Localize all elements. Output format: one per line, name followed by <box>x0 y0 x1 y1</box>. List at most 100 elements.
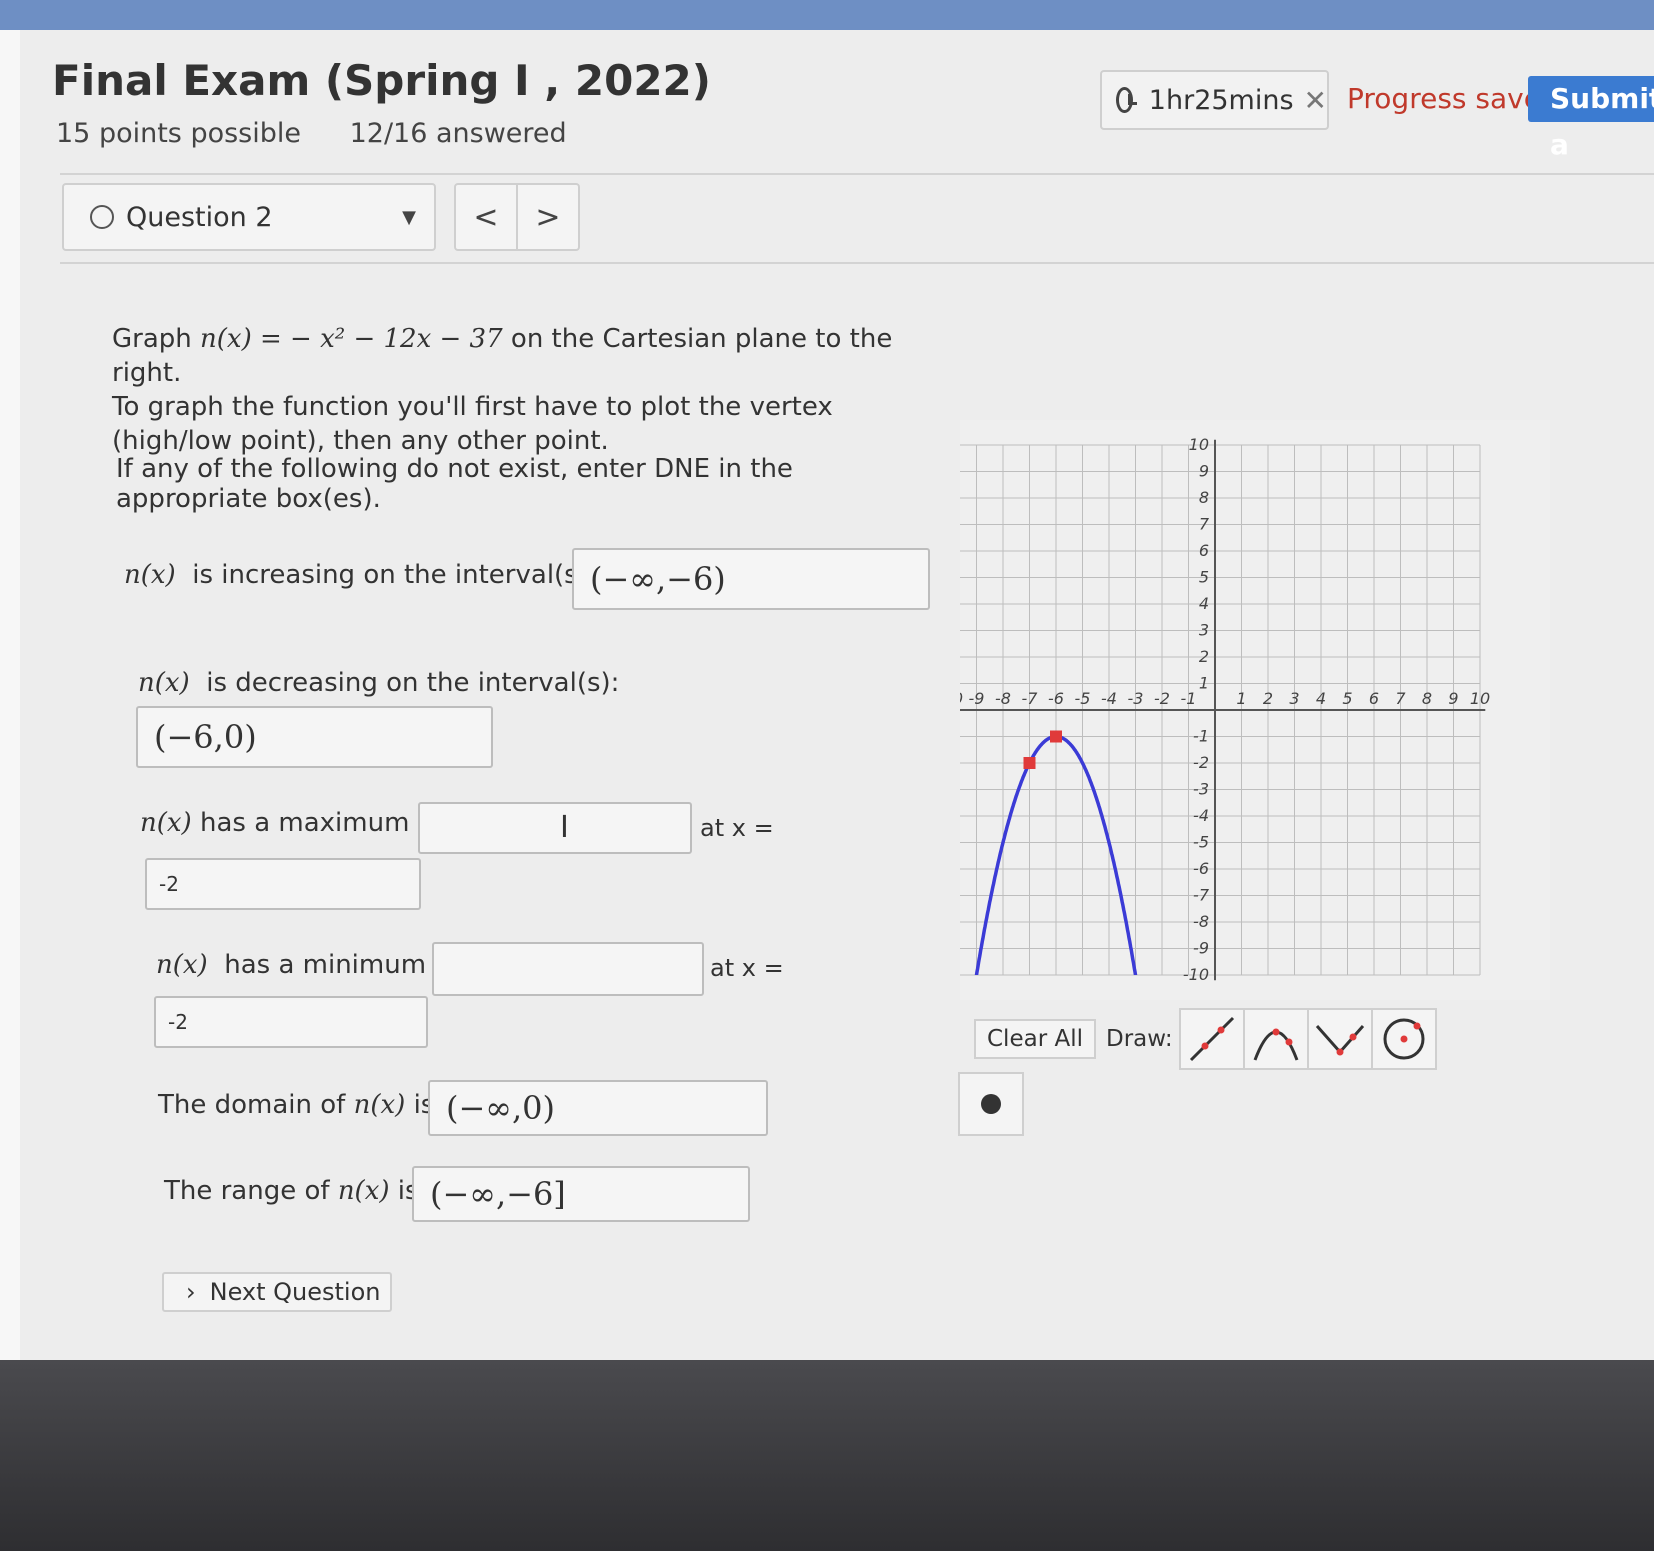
y-tick-label: 7 <box>1199 515 1210 534</box>
label-text: The range of <box>164 1176 330 1206</box>
x-tick-label: 3 <box>1289 689 1299 708</box>
x-tick-label: 2 <box>1263 689 1273 708</box>
circle-tool-button[interactable] <box>1370 1008 1437 1070</box>
input-value: -2 <box>168 1010 188 1034</box>
point-tool-button[interactable] <box>958 1072 1024 1136</box>
input-value: (−∞,−6) <box>590 560 726 598</box>
x-tick-label: -5 <box>1075 689 1091 708</box>
x-tick-label: 7 <box>1395 689 1406 708</box>
domain-label: The domain of n(x) is: <box>158 1090 443 1120</box>
page-title: Final Exam (Spring I , 2022) <box>52 56 711 105</box>
next-question-button[interactable]: › Next Question <box>162 1272 392 1312</box>
second-point <box>1023 757 1036 769</box>
submit-button[interactable]: Submit a <box>1528 76 1654 161</box>
exam-info: 15 points possible 12/16 answered <box>56 118 607 149</box>
y-tick-label: 10 <box>1189 435 1209 454</box>
maximum-at-label: at x = <box>700 814 774 842</box>
prev-question-button[interactable]: < <box>456 185 518 249</box>
label-text: is increasing on the interval(s): <box>192 560 597 590</box>
maximum-label: n(x) has a maximum of <box>140 808 443 838</box>
screen-bezel <box>0 1360 1654 1551</box>
y-tick-label: -1 <box>1193 727 1209 746</box>
y-tick-label: -8 <box>1193 912 1209 931</box>
circle-tool-icon <box>1383 1018 1425 1060</box>
x-tick-label: 8 <box>1422 689 1432 708</box>
absolute-value-tool-button[interactable] <box>1306 1008 1373 1070</box>
increasing-input[interactable]: (−∞,−6) <box>572 548 930 610</box>
y-tick-label: -2 <box>1193 753 1209 772</box>
line-tool-button[interactable] <box>1178 1008 1245 1070</box>
function-name: n(x) <box>140 808 192 838</box>
y-tick-label: -3 <box>1193 780 1209 799</box>
input-value: (−6,0) <box>154 718 257 756</box>
question-prompt: Graph n(x) = − x² − 12x − 37 on the Cart… <box>112 322 952 458</box>
clock-icon <box>1116 87 1137 113</box>
x-tick-label: -1 <box>1181 689 1197 708</box>
x-tick-label: -6 <box>1048 689 1064 708</box>
y-tick-label: -4 <box>1193 806 1209 825</box>
absolute-value-icon <box>1315 1025 1364 1056</box>
question-nav: < > <box>454 183 580 251</box>
input-value <box>434 944 702 994</box>
label-text: The domain of <box>158 1090 346 1120</box>
x-tick-label: -3 <box>1128 689 1144 708</box>
y-tick-label: 8 <box>1199 488 1209 507</box>
question-selector-label: Question 2 <box>126 201 273 233</box>
y-tick-label: -7 <box>1193 886 1210 905</box>
maximum-x-input[interactable]: -2 <box>145 858 421 910</box>
parabola-down-icon <box>1253 1028 1298 1061</box>
text-cursor-icon: I <box>560 810 569 845</box>
label-text: has a maximum of <box>199 808 443 838</box>
function-name: n(x) <box>337 1176 390 1206</box>
input-value <box>420 804 690 852</box>
y-tick-label: -6 <box>1193 859 1209 878</box>
points-possible: 15 points possible <box>56 118 301 149</box>
input-value: (−∞,0) <box>446 1089 555 1127</box>
range-input[interactable]: (−∞,−6] <box>412 1166 750 1222</box>
x-tick-label: 1 <box>1236 689 1246 708</box>
draw-toolbar: Clear All Draw: <box>974 1008 1437 1070</box>
x-tick-label: 4 <box>1316 689 1326 708</box>
x-tick-label: -9 <box>969 689 985 708</box>
y-tick-label: 3 <box>1199 621 1209 640</box>
minimum-input[interactable] <box>432 942 704 996</box>
x-tick-label: -4 <box>1101 689 1117 708</box>
maximum-input[interactable] <box>418 802 692 854</box>
timer-widget[interactable]: 1hr25mins ✕ <box>1100 70 1329 130</box>
minimum-x-input[interactable]: -2 <box>154 996 428 1048</box>
divider <box>60 173 1654 175</box>
draw-label: Draw: <box>1106 1026 1173 1052</box>
cartesian-plane[interactable]: -10-9-8-7-6-5-4-3-2-11234567891010987654… <box>960 420 1550 1000</box>
y-tick-label: 9 <box>1199 462 1209 481</box>
range-label: The range of n(x) is: <box>164 1176 427 1206</box>
next-question-arrow-button[interactable]: > <box>518 185 578 249</box>
y-tick-label: 4 <box>1199 594 1209 613</box>
answered-count: 12/16 answered <box>349 118 567 149</box>
next-question-label: Next Question <box>209 1278 381 1306</box>
prompt-line-2: To graph the function you'll first have … <box>112 392 833 456</box>
input-value: (−∞,−6] <box>430 1175 566 1213</box>
y-tick-label: 2 <box>1199 647 1209 666</box>
question-selector[interactable]: Question 2 ▼ <box>62 183 436 251</box>
point-tool-icon <box>981 1094 1001 1114</box>
y-tick-label: 6 <box>1199 541 1209 560</box>
parabola-tool-button[interactable] <box>1242 1008 1309 1070</box>
function-name: n(x) <box>353 1090 406 1120</box>
vertex-point <box>1050 730 1062 743</box>
divider <box>60 262 1654 264</box>
x-tick-label: 10 <box>1470 689 1490 708</box>
y-tick-label: -5 <box>1193 833 1209 852</box>
chevron-right-icon: › <box>186 1278 196 1306</box>
x-tick-label: -2 <box>1154 689 1170 708</box>
domain-input[interactable]: (−∞,0) <box>428 1080 768 1136</box>
page-left-edge <box>0 30 20 1360</box>
function-expression: n(x) = − x² − 12x − 37 <box>200 324 503 354</box>
progress-status: Progress saved <box>1347 82 1559 115</box>
minimum-label: n(x) has a minimum of <box>156 950 459 980</box>
close-icon[interactable]: ✕ <box>1304 84 1327 117</box>
status-circle-icon <box>90 205 114 229</box>
x-tick-label: -10 <box>960 689 963 708</box>
decreasing-input[interactable]: (−6,0) <box>136 706 493 768</box>
label-text: has a minimum of <box>224 950 460 980</box>
clear-all-button[interactable]: Clear All <box>974 1019 1096 1059</box>
